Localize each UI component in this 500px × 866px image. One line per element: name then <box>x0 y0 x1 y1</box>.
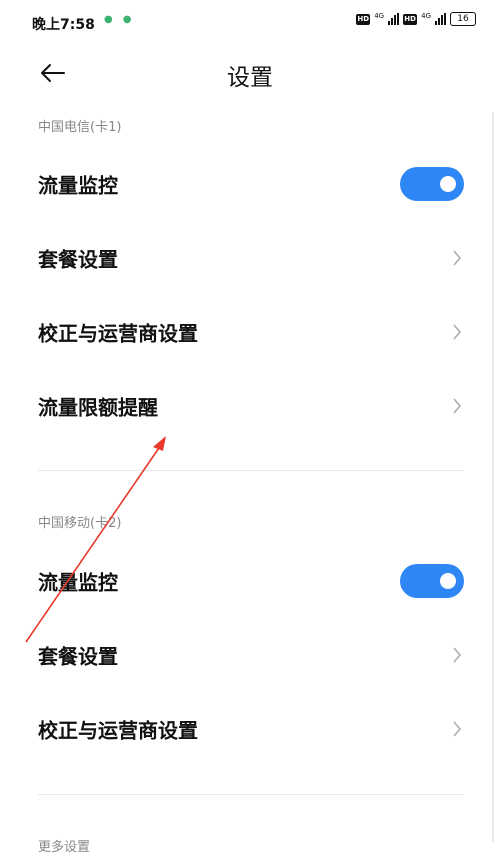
section-divider <box>38 794 464 795</box>
data-monitor-toggle-sim1[interactable] <box>400 167 464 201</box>
data-monitor-toggle-sim2[interactable] <box>400 564 464 598</box>
section-label-more: 更多设置 <box>38 840 91 855</box>
chevron-right-icon <box>453 721 461 737</box>
row-label: 校正与运营商设置 <box>38 718 198 743</box>
page-title: 设置 <box>227 65 273 91</box>
row-label: 套餐设置 <box>38 644 118 669</box>
battery-icon: 16 <box>450 12 476 26</box>
row-label: 流量监控 <box>38 570 118 595</box>
row-label: 流量监控 <box>38 173 118 198</box>
status-time: 晚上7:58 <box>32 17 95 33</box>
network-type-label-2: 4G <box>421 12 431 20</box>
status-icons: HD 4G HD 4G 16 <box>356 12 476 26</box>
signal-icon <box>388 13 400 25</box>
chevron-right-icon <box>453 398 461 414</box>
row-plan-settings-sim1[interactable]: 套餐设置 <box>0 228 500 288</box>
row-label: 流量限额提醒 <box>38 395 158 420</box>
chevron-right-icon <box>453 324 461 340</box>
chevron-right-icon <box>453 647 461 663</box>
section-label-mobile: 中国移动(卡2) <box>38 516 122 531</box>
row-carrier-settings-sim1[interactable]: 校正与运营商设置 <box>0 302 500 362</box>
row-data-monitor-sim2[interactable]: 流量监控 <box>0 551 500 611</box>
header: 设置 <box>0 50 500 96</box>
hd-icon: HD <box>356 13 371 25</box>
row-label: 校正与运营商设置 <box>38 321 198 346</box>
network-type-label: 4G <box>374 12 385 20</box>
toggle-knob <box>440 176 456 192</box>
row-data-monitor-sim1[interactable]: 流量监控 <box>0 154 500 214</box>
notification-dots-icon: ●● <box>104 14 142 25</box>
row-data-limit-reminder-sim1[interactable]: 流量限额提醒 <box>0 376 500 436</box>
chevron-right-icon <box>453 250 461 266</box>
signal-icon-2 <box>435 13 446 25</box>
row-plan-settings-sim2[interactable]: 套餐设置 <box>0 625 500 685</box>
toggle-knob <box>440 573 456 589</box>
row-label: 套餐设置 <box>38 247 118 272</box>
section-label-telecom: 中国电信(卡1) <box>38 120 122 135</box>
hd-icon-2: HD <box>403 13 418 25</box>
section-divider <box>38 470 464 471</box>
row-carrier-settings-sim2[interactable]: 校正与运营商设置 <box>0 699 500 759</box>
status-bar: 晚上7:58 ●● HD 4G HD 4G 16 <box>0 0 500 44</box>
